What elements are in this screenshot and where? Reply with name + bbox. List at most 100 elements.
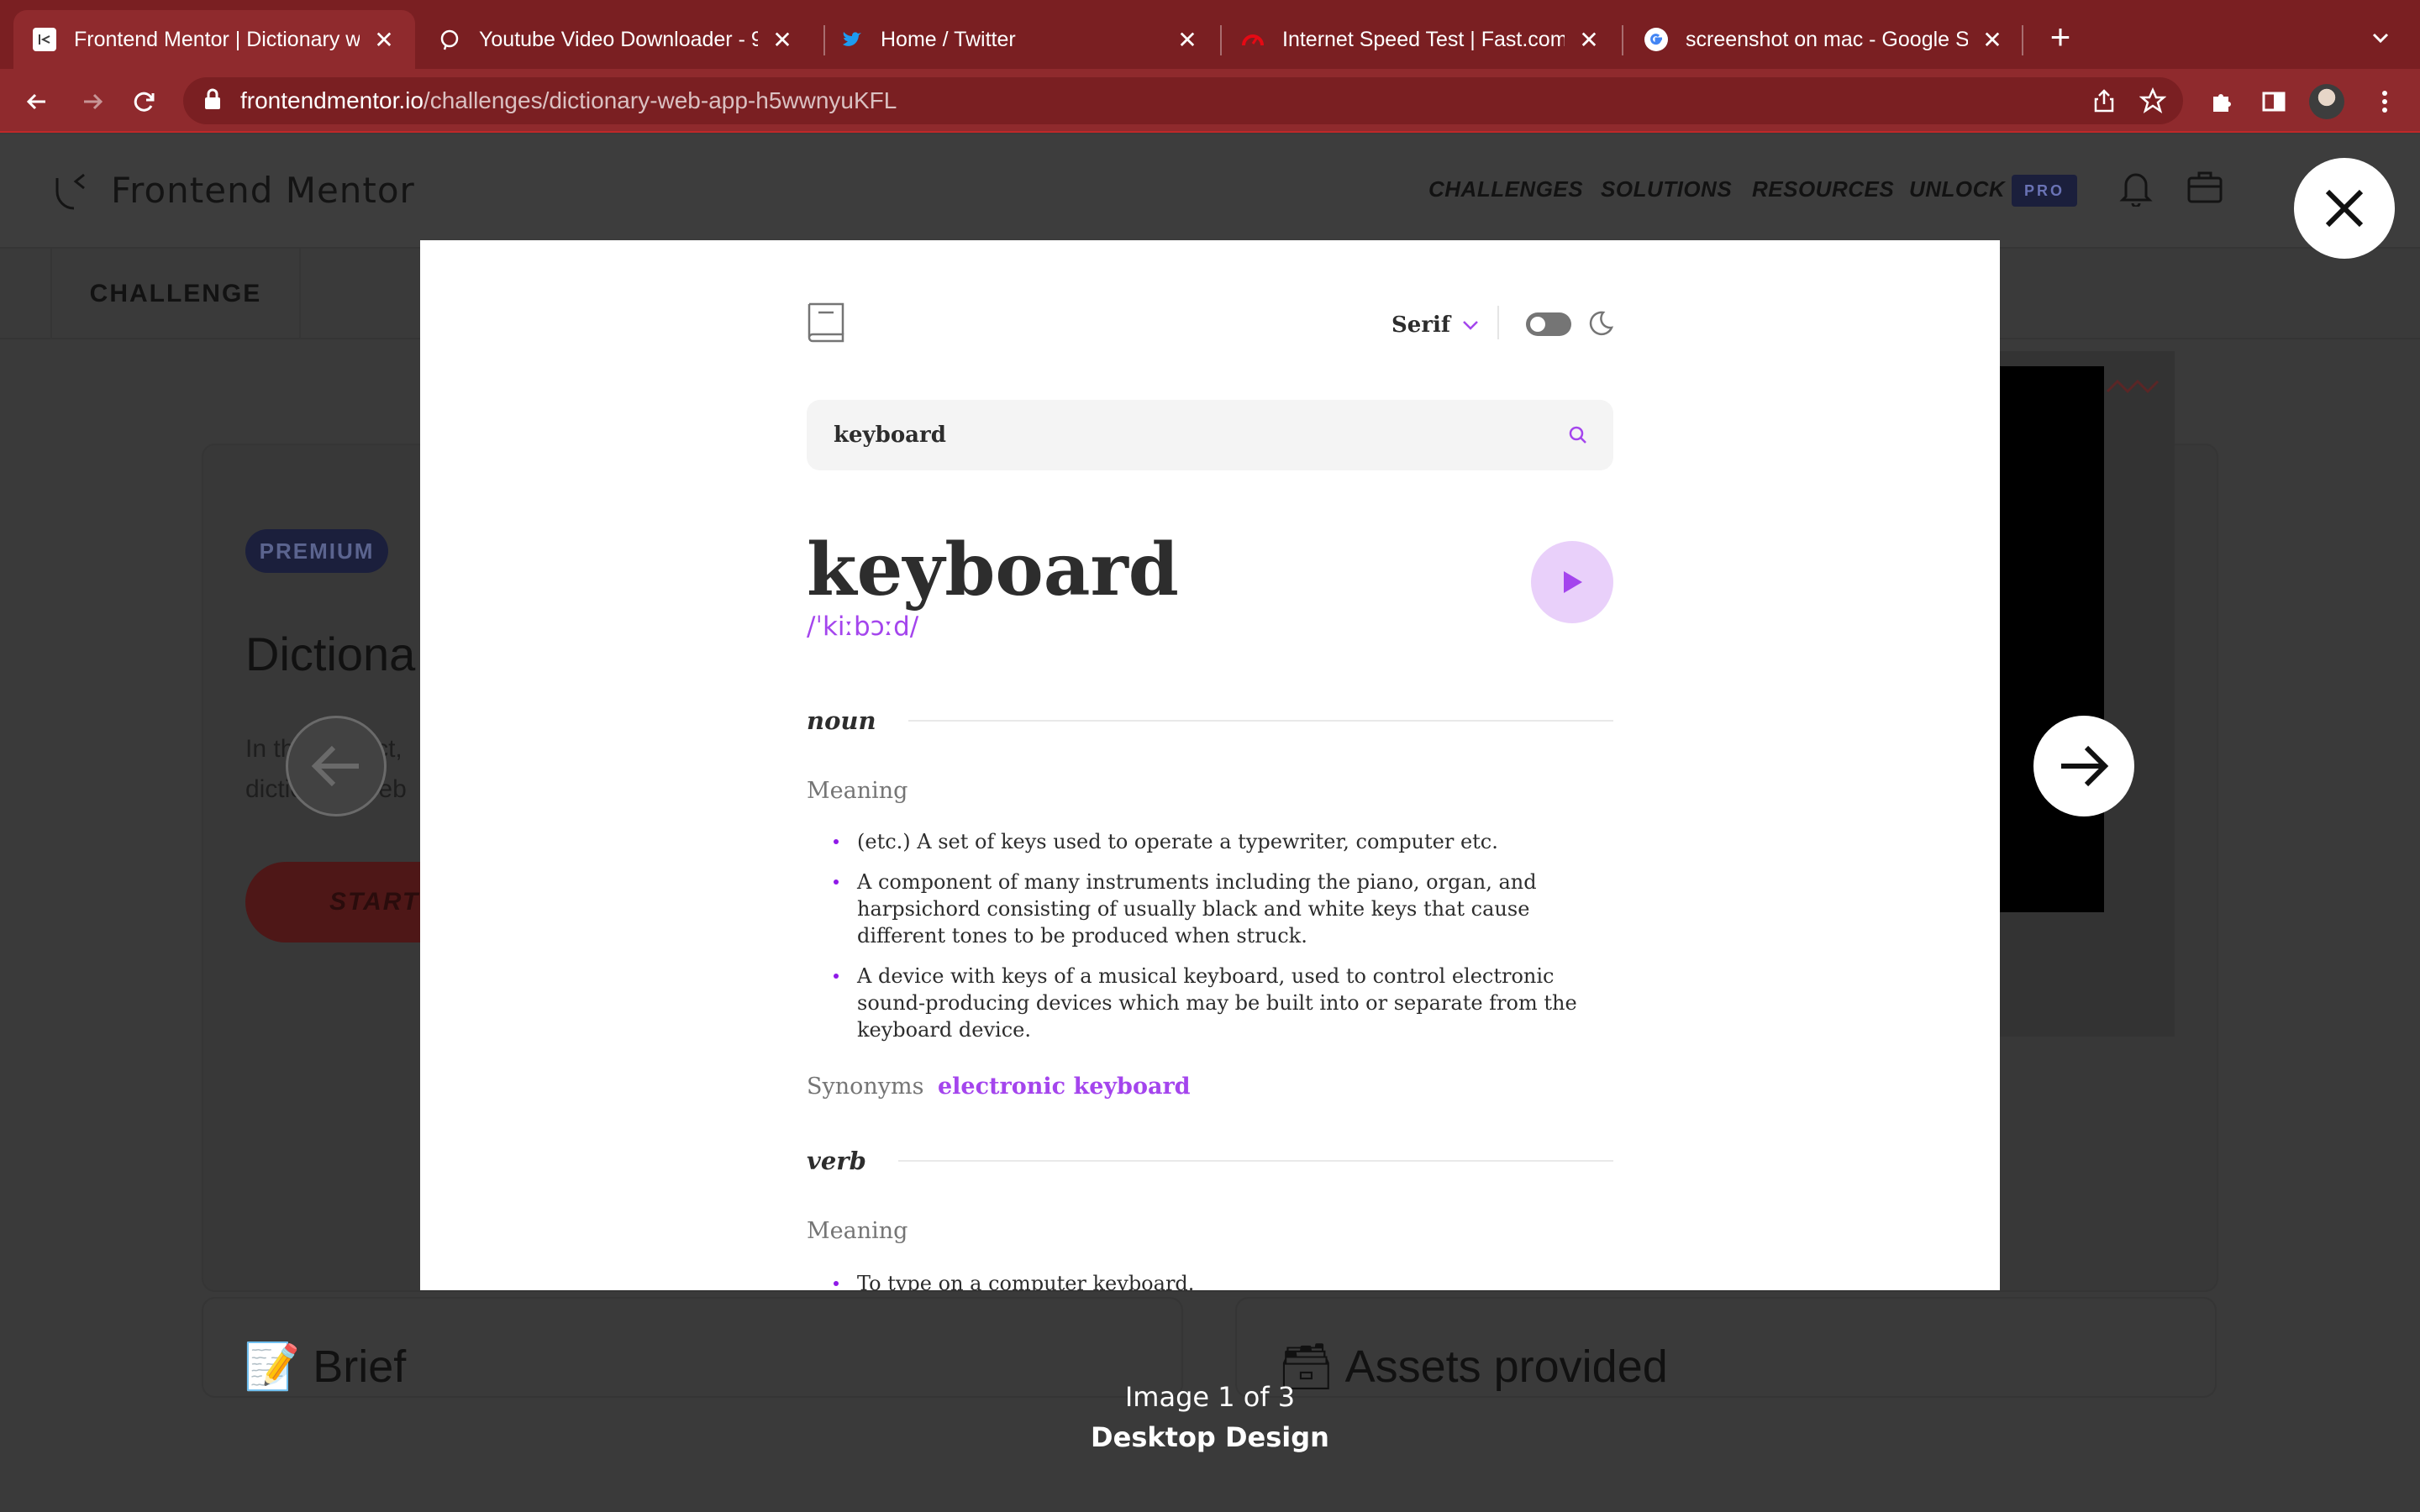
side-panel-icon[interactable] xyxy=(2257,85,2291,118)
nav-challenges[interactable]: CHALLENGES xyxy=(1428,176,1583,202)
search-field[interactable]: keyboard xyxy=(807,400,1613,470)
word-heading: keyboard xyxy=(807,528,1179,612)
share-icon[interactable] xyxy=(2091,87,2118,118)
tab-close-icon[interactable]: ✕ xyxy=(1576,26,1602,54)
nav-resources[interactable]: RESOURCES xyxy=(1752,176,1894,202)
image-counter: Image 1 of 3 xyxy=(1124,1381,1296,1413)
meaning-label: Meaning xyxy=(807,1218,908,1244)
frontend-mentor-favicon xyxy=(32,27,57,52)
frontend-mentor-logo[interactable]: Frontend Mentor xyxy=(50,166,415,213)
tab-close-icon[interactable]: ✕ xyxy=(1980,26,2005,54)
url-text: frontendmentor.io/challenges/dictionary-… xyxy=(240,87,897,114)
browser-toolbar: frontendmentor.io/challenges/dictionary-… xyxy=(0,69,2420,133)
noun-definitions-list: (etc.) A set of keys used to operate a t… xyxy=(834,828,1607,1057)
search-icon[interactable] xyxy=(1568,425,1588,445)
nav-unlock[interactable]: UNLOCK xyxy=(1909,176,2005,202)
tab-title: Frontend Mentor | Dictionary w xyxy=(74,27,360,51)
zigzag-decoration-icon xyxy=(2106,379,2160,394)
tab-frontend-mentor[interactable]: Frontend Mentor | Dictionary w ✕ xyxy=(13,10,415,69)
definition-text: A component of many instruments includin… xyxy=(857,870,1537,948)
part-of-speech-label: verb xyxy=(807,1147,866,1175)
part-of-speech-label: noun xyxy=(807,706,876,735)
next-image-button[interactable] xyxy=(2033,716,2134,816)
toggle-knob xyxy=(1530,317,1545,332)
new-tab-button[interactable]: + xyxy=(2044,19,2077,55)
tab-fast-speed-test[interactable]: Internet Speed Test | Fast.com ✕ xyxy=(1222,10,1620,69)
tab-title: screenshot on mac - Google Se xyxy=(1686,27,1968,51)
synonym-link[interactable]: electronic keyboard xyxy=(938,1074,1191,1100)
arrow-right-icon xyxy=(2061,745,2109,787)
kebab-menu-icon[interactable] xyxy=(2368,85,2402,118)
bell-icon[interactable] xyxy=(2119,170,2153,211)
site-header: Frontend Mentor CHALLENGES SOLUTIONS RES… xyxy=(0,134,2420,249)
tab-twitter[interactable]: Home / Twitter ✕ xyxy=(820,10,1218,69)
book-logo-icon xyxy=(808,302,844,343)
chevron-down-icon xyxy=(1463,321,1478,330)
definition-text: To type on a computer keyboard. xyxy=(857,1272,1195,1290)
image-caption: Desktop Design xyxy=(1091,1421,1329,1453)
challenge-title: Dictiona xyxy=(245,627,416,680)
app-header: Serif xyxy=(807,301,1614,344)
theme-toggle[interactable] xyxy=(1526,312,1571,336)
browser-tab-strip: Frontend Mentor | Dictionary w ✕ Youtube… xyxy=(0,0,2420,69)
definition-text: A device with keys of a musical keyboard… xyxy=(857,964,1577,1042)
part-of-speech-noun: noun xyxy=(807,704,1613,738)
tab-challenge[interactable]: CHALLENGE xyxy=(50,249,301,339)
design-preview-thumbnail xyxy=(1996,351,2175,1037)
tab-youtube-downloader[interactable]: Youtube Video Downloader - 9 ✕ xyxy=(418,10,813,69)
verb-definitions-list: To type on a computer keyboard. xyxy=(834,1270,1607,1290)
bullet xyxy=(834,879,839,885)
tab-close-icon[interactable]: ✕ xyxy=(770,26,795,54)
google-g-icon xyxy=(1644,27,1669,52)
lightbox-image: Serif keyboard keyboard /ˈkiːbɔːd/ noun … xyxy=(420,240,2000,1290)
meaning-label: Meaning xyxy=(807,778,908,804)
address-bar[interactable]: frontendmentor.io/challenges/dictionary-… xyxy=(183,77,2183,124)
definition-item: (etc.) A set of keys used to operate a t… xyxy=(834,828,1607,855)
close-icon xyxy=(2325,189,2364,228)
preview-dark-area xyxy=(1996,366,2104,912)
ytdl-favicon xyxy=(437,27,462,52)
fast-speedometer-icon xyxy=(1240,27,1265,52)
tab-search-chevron-icon[interactable] xyxy=(2368,25,2393,55)
bullet xyxy=(834,1281,839,1286)
profile-avatar[interactable] xyxy=(2309,84,2344,119)
part-of-speech-verb: verb xyxy=(807,1144,1613,1178)
phonetic-text: /ˈkiːbɔːd/ xyxy=(807,612,919,642)
tab-separator xyxy=(1622,25,1623,55)
nav-solutions[interactable]: SOLUTIONS xyxy=(1601,176,1732,202)
search-input-value: keyboard xyxy=(834,423,946,448)
extensions-puzzle-icon[interactable] xyxy=(2205,85,2238,118)
bullet xyxy=(834,839,839,844)
font-family-dropdown[interactable]: Serif xyxy=(1392,312,1479,338)
moon-icon xyxy=(1589,311,1614,336)
tab-title: Internet Speed Test | Fast.com xyxy=(1282,27,1565,51)
twitter-bird-icon xyxy=(839,27,864,52)
tab-close-icon[interactable]: ✕ xyxy=(1175,26,1200,54)
play-pronunciation-button[interactable] xyxy=(1531,541,1613,623)
lock-icon[interactable] xyxy=(203,88,222,114)
section-divider xyxy=(897,1160,1613,1162)
tab-title: Home / Twitter xyxy=(881,27,1016,51)
tab-title: Youtube Video Downloader - 9 xyxy=(479,27,758,51)
lightbox-close-button[interactable] xyxy=(2294,158,2395,259)
back-arrow-icon[interactable] xyxy=(20,85,54,118)
tab-close-icon[interactable]: ✕ xyxy=(371,26,397,54)
logo-mark-icon xyxy=(55,173,85,210)
font-family-value: Serif xyxy=(1392,312,1451,338)
tab-google-search[interactable]: screenshot on mac - Google Se ✕ xyxy=(1625,10,2023,69)
premium-badge: PREMIUM xyxy=(245,529,388,573)
bookmark-star-icon[interactable] xyxy=(2139,87,2167,118)
definition-item: A component of many instruments includin… xyxy=(834,869,1607,949)
briefcase-icon[interactable] xyxy=(2186,170,2223,209)
bullet xyxy=(834,974,839,979)
definition-item: A device with keys of a musical keyboard… xyxy=(834,963,1607,1043)
url-host: frontendmentor.io xyxy=(240,87,424,113)
url-path: /challenges/dictionary-web-app-h5wwnyuKF… xyxy=(423,87,897,113)
forward-arrow-icon[interactable] xyxy=(76,85,109,118)
pro-badge[interactable]: PRO xyxy=(2012,175,2077,207)
reload-icon[interactable] xyxy=(128,85,161,118)
synonyms-label: Synonyms xyxy=(807,1074,924,1100)
definition-text: (etc.) A set of keys used to operate a t… xyxy=(857,830,1498,853)
arrow-left-icon xyxy=(311,745,359,787)
previous-image-button[interactable] xyxy=(286,716,387,816)
